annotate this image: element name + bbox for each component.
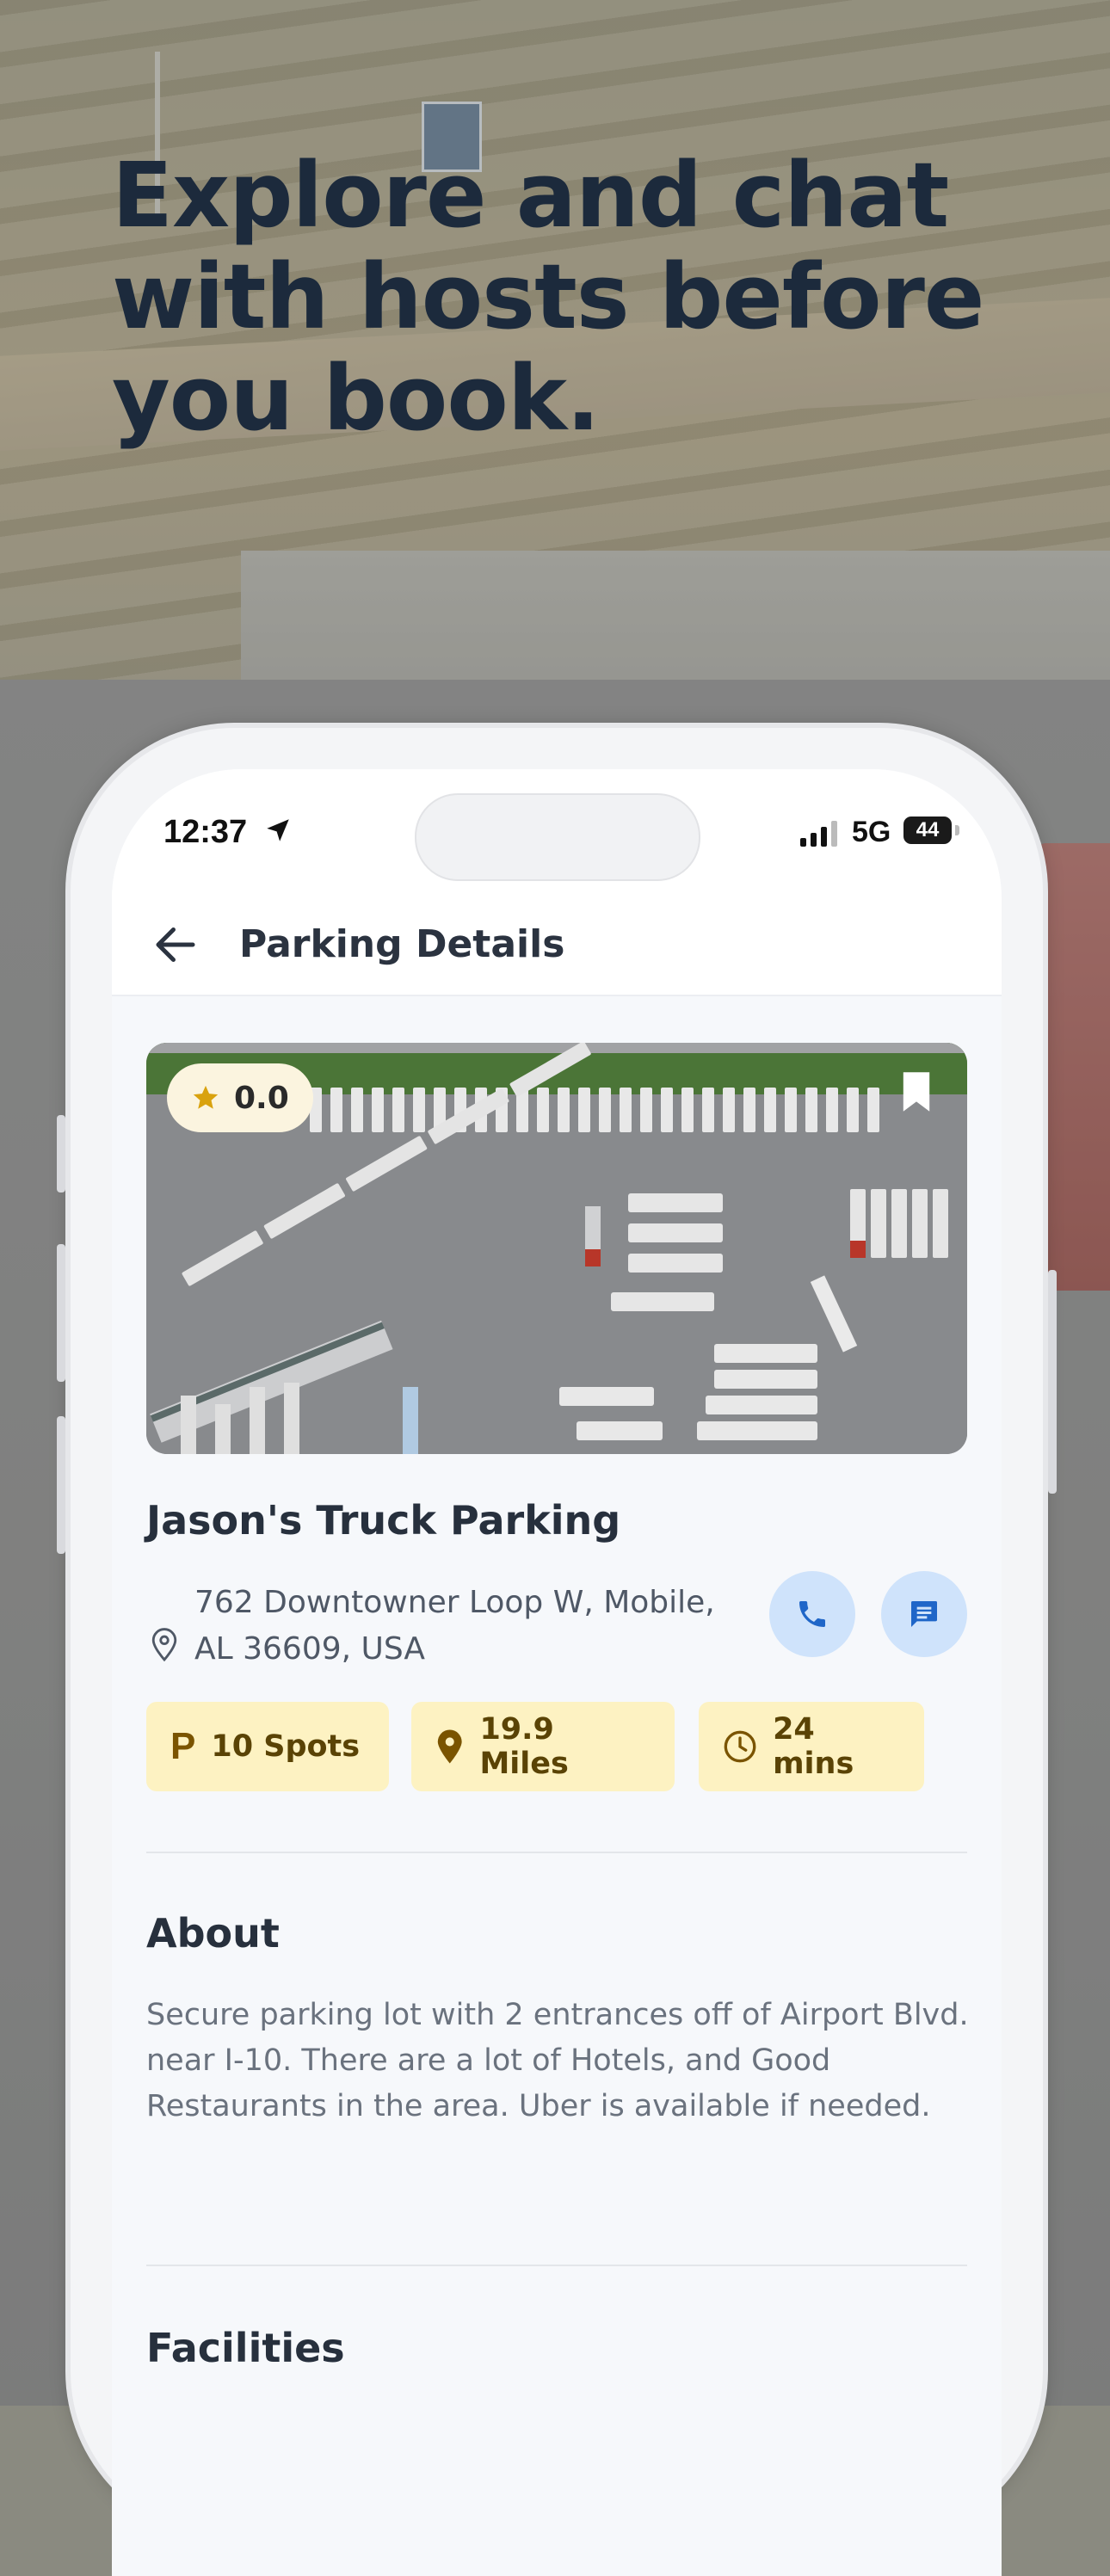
phone-side-button bbox=[57, 1115, 65, 1192]
phone-frame: 12:37 5G 44 Parking Details 0.0 Jason's … bbox=[57, 728, 1057, 2576]
network-type: 5G bbox=[852, 816, 891, 848]
phone-volume-down-button bbox=[57, 1416, 65, 1554]
listing-address: 762 Downtowner Loop W, Mobile, AL 36609,… bbox=[194, 1585, 715, 1667]
clock-icon bbox=[724, 1730, 756, 1763]
rating-badge: 0.0 bbox=[167, 1063, 313, 1132]
drive-time-label: 24 mins bbox=[773, 1712, 854, 1781]
star-icon bbox=[193, 1085, 219, 1109]
location-arrow-icon bbox=[267, 819, 289, 841]
battery-icon: 44 bbox=[903, 817, 952, 844]
phone-volume-up-button bbox=[57, 1244, 65, 1382]
drive-time-chip: 24 mins bbox=[699, 1702, 924, 1791]
parking-icon: P bbox=[170, 1725, 196, 1767]
marketing-headline: Explore and chat with hosts before you b… bbox=[112, 143, 984, 451]
status-bar: 12:37 5G 44 bbox=[112, 769, 1002, 890]
listing-name: Jason's Truck Parking bbox=[146, 1497, 621, 1544]
app-bar: Parking Details bbox=[112, 890, 1002, 996]
arrow-left-icon[interactable] bbox=[150, 919, 201, 971]
divider bbox=[146, 2265, 967, 2266]
rating-value: 0.0 bbox=[234, 1080, 289, 1116]
facilities-heading: Facilities bbox=[146, 2325, 345, 2371]
distance-chip: 19.9 Miles bbox=[411, 1702, 675, 1791]
map-pin-icon bbox=[437, 1729, 462, 1764]
status-time: 12:37 bbox=[163, 814, 248, 850]
dynamic-island bbox=[415, 793, 700, 881]
phone-icon bbox=[799, 1601, 825, 1627]
location-pin-icon bbox=[151, 1628, 177, 1662]
bookmark-icon[interactable] bbox=[900, 1070, 933, 1113]
about-heading: About bbox=[146, 1910, 280, 1957]
cellular-signal-icon bbox=[800, 819, 837, 847]
chat-icon bbox=[911, 1601, 937, 1627]
chat-host-button[interactable] bbox=[881, 1571, 967, 1657]
divider bbox=[146, 1852, 967, 1853]
page-title: Parking Details bbox=[239, 922, 565, 966]
about-text: Secure parking lot with 2 entrances off … bbox=[146, 1998, 969, 2123]
parking-lot-photo: 0.0 bbox=[146, 1043, 967, 1454]
spots-label: 10 Spots bbox=[211, 1729, 361, 1764]
phone-screen: 12:37 5G 44 Parking Details 0.0 Jason's … bbox=[112, 769, 1002, 2576]
battery-cap bbox=[955, 825, 959, 835]
call-host-button[interactable] bbox=[769, 1571, 855, 1657]
spots-chip: P 10 Spots bbox=[146, 1702, 389, 1791]
distance-label: 19.9 Miles bbox=[479, 1712, 569, 1781]
phone-power-button bbox=[1048, 1270, 1057, 1494]
